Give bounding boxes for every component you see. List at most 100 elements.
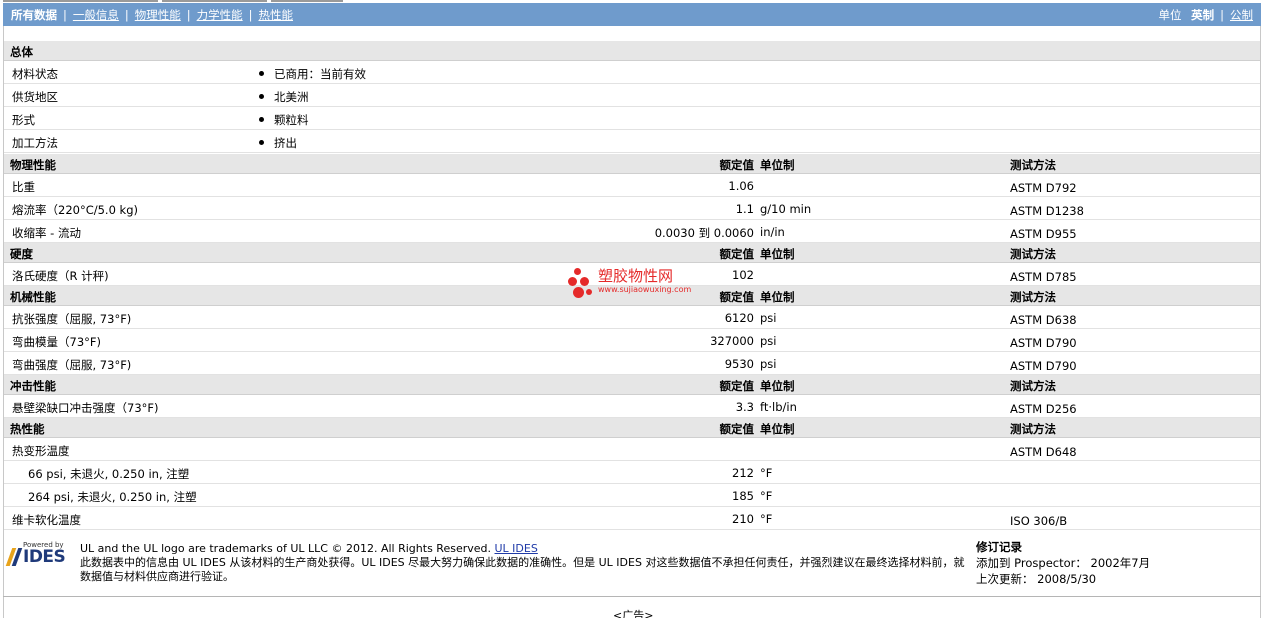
property-value: 6120 <box>724 311 754 325</box>
col-header-method: 测试方法 <box>1010 158 1056 172</box>
test-method: ISO 306/B <box>1010 514 1068 528</box>
test-method: ASTM D638 <box>1010 313 1077 327</box>
property-value: 已商用：当前有效 <box>259 66 366 82</box>
col-header-method: 测试方法 <box>1010 247 1056 261</box>
tab-mechanical[interactable]: 力学性能 <box>197 8 243 22</box>
col-header-value: 额定值 <box>719 422 755 436</box>
col-header-value: 额定值 <box>719 158 755 172</box>
property-name: 264 psi, 未退火, 0.250 in, 注塑 <box>28 490 197 504</box>
property-name: 洛氏硬度（R 计秤) <box>12 269 109 283</box>
added-value: 2002年7月 <box>1090 556 1151 570</box>
table-row: 弯曲强度（屈服, 73°F) 9530 psi ASTM D790 <box>4 352 1260 375</box>
property-unit: psi <box>760 311 777 325</box>
watermark-dot <box>574 268 581 275</box>
test-method: ASTM D790 <box>1010 336 1077 350</box>
col-header-unit: 单位制 <box>760 379 795 393</box>
property-name: 比重 <box>12 180 35 194</box>
property-unit: °F <box>760 466 773 480</box>
section-title: 冲击性能 <box>10 379 56 393</box>
table-row: 形式 颗粒料 <box>4 107 1260 130</box>
property-value: 210 <box>732 512 754 526</box>
disclaimer-text: 此数据表中的信息由 UL IDES 从该材料的生产商处获得。UL IDES 尽最… <box>80 556 965 583</box>
property-name: 形式 <box>12 113 35 127</box>
tab-physical[interactable]: 物理性能 <box>135 8 181 22</box>
unit-switch: 单位 英制 | 公制 <box>1158 8 1253 22</box>
section-header-general: 总体 <box>4 41 1260 61</box>
property-value-text: 挤出 <box>274 136 297 150</box>
section-header-thermal: 热性能 额定值 单位制 测试方法 <box>4 418 1260 438</box>
table-row: 收缩率 - 流动 0.0030 到 0.0060 in/in ASTM D955 <box>4 220 1260 243</box>
property-value-text: 已商用：当前有效 <box>274 67 366 81</box>
property-value: 102 <box>732 268 754 282</box>
revision-title: 修订记录 <box>976 540 1022 554</box>
revision-updated: 上次更新： 2008/5/30 <box>976 571 1150 587</box>
property-unit: ft·lb/in <box>760 400 797 414</box>
property-unit: g/10 min <box>760 202 812 216</box>
revision-history: 修订记录 添加到 Prospector： 2002年7月 上次更新： 2008/… <box>976 539 1150 587</box>
property-unit: in/in <box>760 225 785 239</box>
property-name: 悬壁梁缺口冲击强度（73°F) <box>12 401 159 415</box>
property-value: 9530 <box>724 357 754 371</box>
property-name: 弯曲模量（73°F) <box>12 335 101 349</box>
watermark-dot <box>580 277 589 286</box>
section-title: 机械性能 <box>10 290 56 304</box>
col-header-unit: 单位制 <box>760 422 795 436</box>
col-header-method: 测试方法 <box>1010 379 1056 393</box>
property-value: 挤出 <box>259 135 297 151</box>
property-name: 熔流率（220°C/5.0 kg) <box>12 203 138 217</box>
table-row: 热变形温度 ASTM D648 <box>4 438 1260 461</box>
ul-ides-link[interactable]: UL IDES <box>495 542 538 555</box>
ad-label: <广告> <box>613 609 654 618</box>
table-row: 悬壁梁缺口冲击强度（73°F) 3.3 ft·lb/in ASTM D256 <box>4 395 1260 418</box>
table-row: 264 psi, 未退火, 0.250 in, 注塑 185 °F <box>4 484 1260 507</box>
ad-bar: <广告> <box>3 596 1261 618</box>
bullet-icon <box>259 94 264 99</box>
table-row: 熔流率（220°C/5.0 kg) 1.1 g/10 min ASTM D1238 <box>4 197 1260 220</box>
added-label: 添加到 Prospector： <box>976 556 1087 570</box>
property-unit: psi <box>760 334 777 348</box>
trademark-text: UL and the UL logo are trademarks of UL … <box>80 542 491 555</box>
bullet-icon <box>259 71 264 76</box>
watermark-dot <box>568 277 577 286</box>
property-name: 供货地区 <box>12 90 58 104</box>
tab-general-info[interactable]: 一般信息 <box>73 8 119 22</box>
browser-tab-edge <box>3 0 158 2</box>
property-value: 1.1 <box>735 202 754 216</box>
bullet-icon <box>259 140 264 145</box>
logo-ides-text: IDES <box>23 547 66 567</box>
property-name: 弯曲强度（屈服, 73°F) <box>12 358 132 372</box>
table-row: 材料状态 已商用：当前有效 <box>4 61 1260 84</box>
table-row: 供货地区 北美洲 <box>4 84 1260 107</box>
test-method: ASTM D256 <box>1010 402 1077 416</box>
property-unit: °F <box>760 489 773 503</box>
col-header-unit: 单位制 <box>760 290 795 304</box>
property-value: 颗粒料 <box>259 112 309 128</box>
tab-thermal[interactable]: 热性能 <box>259 8 294 22</box>
bullet-icon <box>259 117 264 122</box>
section-title: 物理性能 <box>10 158 56 172</box>
table-row: 加工方法 挤出 <box>4 130 1260 153</box>
table-row: 比重 1.06 ASTM D792 <box>4 174 1260 197</box>
section-title: 热性能 <box>10 422 45 436</box>
datasheet-table: 总体 材料状态 已商用：当前有效 供货地区 北美洲 形式 颗粒料 加工方法 挤出 物理性能 额定值单… <box>3 26 1261 618</box>
test-method: ASTM D792 <box>1010 181 1077 195</box>
property-name: 抗张强度（屈服, 73°F) <box>12 312 132 326</box>
test-method: ASTM D790 <box>1010 359 1077 373</box>
section-header-impact: 冲击性能 额定值 单位制 测试方法 <box>4 375 1260 395</box>
browser-tab-edge <box>162 0 267 2</box>
tab-all-data[interactable]: 所有数据 <box>11 8 57 22</box>
table-row: 弯曲模量（73°F) 327000 psi ASTM D790 <box>4 329 1260 352</box>
section-header-physical: 物理性能 额定值 单位制 测试方法 <box>4 154 1260 174</box>
section-tabs: 所有数据 | 一般信息 | 物理性能 | 力学性能 | 热性能 <box>11 8 294 22</box>
test-method: ASTM D648 <box>1010 445 1077 459</box>
unit-metric-link[interactable]: 公制 <box>1230 8 1253 22</box>
property-name: 加工方法 <box>12 136 58 150</box>
property-value-text: 颗粒料 <box>274 113 309 127</box>
revision-added: 添加到 Prospector： 2002年7月 <box>976 555 1150 571</box>
units-label: 单位 <box>1158 8 1182 22</box>
unit-english-selected[interactable]: 英制 <box>1191 8 1214 22</box>
section-title: 硬度 <box>10 247 33 261</box>
property-value: 3.3 <box>735 400 754 414</box>
col-header-value: 额定值 <box>719 379 755 393</box>
watermark-dot <box>586 289 592 295</box>
